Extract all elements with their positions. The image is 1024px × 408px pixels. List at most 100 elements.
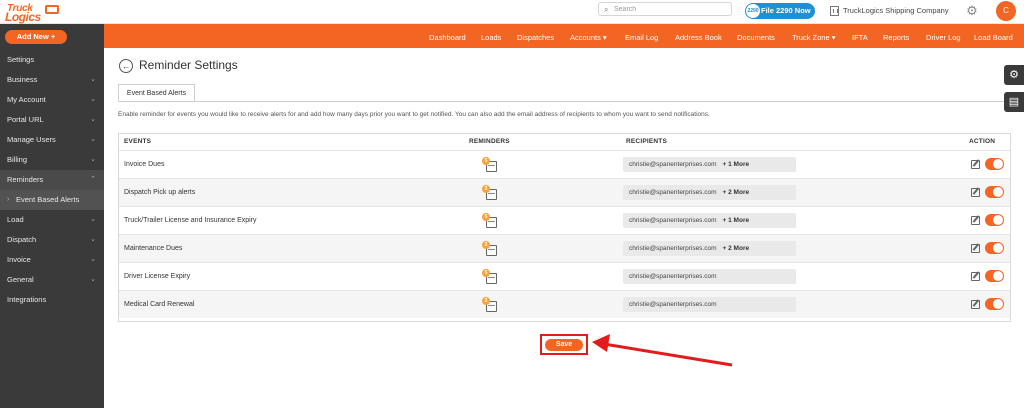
search-box[interactable]: ⌕ xyxy=(598,2,732,16)
recipients-field[interactable]: christie@spanenterprises.com + 2 More xyxy=(623,241,796,256)
event-name: Driver License Expiry xyxy=(124,273,191,280)
sidebar-item-label: Manage Users xyxy=(7,135,56,144)
avatar[interactable]: C xyxy=(996,1,1016,21)
edit-icon[interactable] xyxy=(971,188,980,197)
edit-icon[interactable] xyxy=(971,244,980,253)
table-row: Medical Card Renewal 2 christie@spanente… xyxy=(119,290,1010,318)
sidebar-item-reminders[interactable]: Reminders ⌃ xyxy=(0,170,104,190)
sidebar-item-dispatch[interactable]: Dispatch ⌄ xyxy=(0,230,104,250)
plus-icon: + xyxy=(50,32,56,41)
search-input[interactable] xyxy=(614,4,724,14)
reminder-calendar-icon[interactable]: 5 xyxy=(482,213,498,229)
nav-dashboard[interactable]: Dashboard xyxy=(429,24,466,48)
recipient-email: christie@spanenterprises.com xyxy=(629,217,717,224)
enable-toggle[interactable] xyxy=(985,214,1004,226)
event-name: Dispatch Pick up alerts xyxy=(124,189,196,196)
save-button[interactable]: Save xyxy=(545,339,583,351)
add-new-button[interactable]: Add New + xyxy=(5,30,67,44)
recipients-field[interactable]: christie@spanenterprises.com xyxy=(623,297,796,312)
sidebar-item-manage-users[interactable]: Manage Users ⌄ xyxy=(0,130,104,150)
reminder-count-badge: 2 xyxy=(482,241,490,249)
edit-icon[interactable] xyxy=(971,216,980,225)
trucklogics-logo[interactable]: Truck Logics xyxy=(5,3,59,24)
chevron-down-icon: ⌄ xyxy=(90,256,96,263)
building-icon xyxy=(830,6,839,16)
more-recipients[interactable]: + 2 More xyxy=(723,245,750,252)
truck-icon xyxy=(45,5,59,14)
company-selector[interactable]: TruckLogics Shipping Company xyxy=(830,5,949,17)
nav-email-log[interactable]: Email Log xyxy=(625,24,658,48)
column-header-recipients: RECIPIENTS xyxy=(626,138,668,145)
event-name: Invoice Dues xyxy=(124,161,165,168)
report-float-icon[interactable]: ▤ xyxy=(1004,92,1024,112)
nav-loads[interactable]: Loads xyxy=(481,24,501,48)
more-recipients[interactable]: + 1 More xyxy=(723,161,750,168)
nav-documents[interactable]: Documents xyxy=(737,24,775,48)
page-title: Reminder Settings xyxy=(139,58,238,72)
reminder-calendar-icon[interactable]: 2 xyxy=(482,297,498,313)
nav-load-board[interactable]: Load Board xyxy=(974,24,1013,48)
sidebar-item-invoice[interactable]: Invoice ⌄ xyxy=(0,250,104,270)
search-icon: ⌕ xyxy=(604,5,609,14)
settings-float-icon[interactable]: ⚙ xyxy=(1004,65,1024,85)
table-row: Driver License Expiry 5 christie@spanent… xyxy=(119,262,1010,290)
edit-icon[interactable] xyxy=(971,272,980,281)
enable-toggle[interactable] xyxy=(985,270,1004,282)
enable-toggle[interactable] xyxy=(985,298,1004,310)
enable-toggle[interactable] xyxy=(985,242,1004,254)
reminder-calendar-icon[interactable]: 5 xyxy=(482,157,498,173)
sidebar-item-event-based-alerts[interactable]: › Event Based Alerts xyxy=(0,190,104,210)
nav-ifta[interactable]: IFTA xyxy=(852,24,868,48)
reminder-calendar-icon[interactable]: 2 xyxy=(482,185,498,201)
nav-dispatches[interactable]: Dispatches xyxy=(517,24,554,48)
sidebar-item-label: My Account xyxy=(7,95,46,104)
nav-reports[interactable]: Reports xyxy=(883,24,909,48)
sidebar-item-portal-url[interactable]: Portal URL ⌄ xyxy=(0,110,104,130)
event-name: Truck/Trailer License and Insurance Expi… xyxy=(124,217,257,224)
gear-icon[interactable]: ⚙ xyxy=(964,3,980,19)
sidebar-item-label: Event Based Alerts xyxy=(16,195,80,204)
sidebar-item-label: Invoice xyxy=(7,255,31,264)
tab-event-based-alerts[interactable]: Event Based Alerts xyxy=(118,84,195,102)
edit-icon[interactable] xyxy=(971,160,980,169)
column-header-reminders: REMINDERS xyxy=(469,138,510,145)
recipient-email: christie@spanenterprises.com xyxy=(629,301,717,308)
sidebar-item-general[interactable]: General ⌄ xyxy=(0,270,104,290)
file-2290-button[interactable]: 2290 File 2290 Now xyxy=(745,3,815,19)
recipients-field[interactable]: christie@spanenterprises.com + 1 More xyxy=(623,157,796,172)
recipients-field[interactable]: christie@spanenterprises.com + 2 More xyxy=(623,185,796,200)
back-arrow-icon[interactable]: ← xyxy=(119,59,133,73)
form-2290-icon: 2290 xyxy=(746,4,760,18)
edit-icon[interactable] xyxy=(971,300,980,309)
reminder-calendar-icon[interactable]: 5 xyxy=(482,269,498,285)
recipients-field[interactable]: christie@spanenterprises.com xyxy=(623,269,796,284)
more-recipients[interactable]: + 1 More xyxy=(723,217,750,224)
sidebar-item-settings[interactable]: Settings xyxy=(0,50,104,70)
reminder-count-badge: 5 xyxy=(482,269,490,277)
event-name: Maintenance Dues xyxy=(124,245,183,252)
recipient-email: christie@spanenterprises.com xyxy=(629,189,717,196)
sidebar-item-integrations[interactable]: Integrations xyxy=(0,290,104,310)
nav-accounts[interactable]: Accounts ▾ xyxy=(570,24,607,48)
more-recipients[interactable]: + 2 More xyxy=(723,189,750,196)
nav-truck-zone[interactable]: Truck Zone ▾ xyxy=(792,24,836,48)
sidebar-item-load[interactable]: Load ⌄ xyxy=(0,210,104,230)
sidebar-item-label: Business xyxy=(7,75,38,84)
page-description: Enable reminder for events you would lik… xyxy=(118,111,710,118)
reminder-calendar-icon[interactable]: 2 xyxy=(482,241,498,257)
nav-address-book[interactable]: Address Book xyxy=(675,24,722,48)
sidebar-item-business[interactable]: Business ⌄ xyxy=(0,70,104,90)
reminder-count-badge: 5 xyxy=(482,213,490,221)
chevron-down-icon: ⌄ xyxy=(90,216,96,223)
nav-driver-log[interactable]: Driver Log xyxy=(926,24,961,48)
recipients-field[interactable]: christie@spanenterprises.com + 1 More xyxy=(623,213,796,228)
table-row: Truck/Trailer License and Insurance Expi… xyxy=(119,206,1010,234)
enable-toggle[interactable] xyxy=(985,186,1004,198)
company-name: TruckLogics Shipping Company xyxy=(843,6,949,15)
enable-toggle[interactable] xyxy=(985,158,1004,170)
sidebar-item-label: Settings xyxy=(7,55,35,64)
sidebar-item-label: Billing xyxy=(7,155,28,164)
sidebar-item-billing[interactable]: Billing ⌄ xyxy=(0,150,104,170)
event-name: Medical Card Renewal xyxy=(124,301,195,308)
sidebar-item-my-account[interactable]: My Account ⌄ xyxy=(0,90,104,110)
